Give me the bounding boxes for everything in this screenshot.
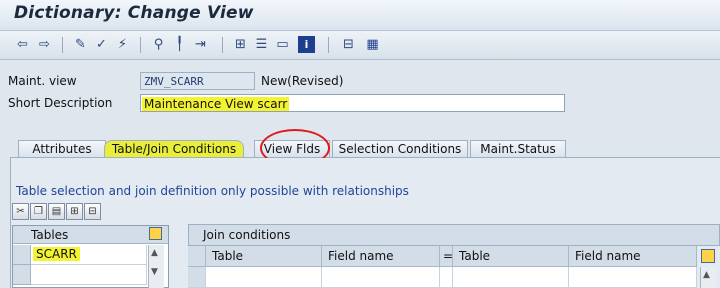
join-row-selector-header <box>188 246 206 267</box>
join-column-field-name: Field name <box>322 246 440 267</box>
paste-icon[interactable]: ▤ <box>48 203 65 220</box>
scroll-up-icon[interactable]: ▲ <box>703 270 710 280</box>
join-column-table: Table <box>206 246 322 267</box>
maint-view-field[interactable]: ZMV_SCARR <box>140 72 255 90</box>
row-selector[interactable] <box>13 245 31 265</box>
tab-selection-conditions[interactable]: Selection Conditions <box>332 140 468 157</box>
scroll-up-icon[interactable]: ▲ <box>151 248 158 258</box>
table-row[interactable]: SCARR <box>31 245 147 265</box>
forward-icon[interactable]: ⇨ <box>36 36 53 53</box>
join-row-cell[interactable] <box>440 267 453 288</box>
print-icon[interactable]: ☰ <box>253 36 270 53</box>
tables-header: Tables <box>13 226 168 244</box>
scroll-down-icon[interactable]: ▼ <box>151 267 158 277</box>
join-conditions-titlebar: Join conditions <box>188 224 720 246</box>
object-list-icon[interactable]: ╿ <box>171 36 188 53</box>
join-row-cell[interactable] <box>322 267 440 288</box>
status-text: New(Revised) <box>261 74 344 88</box>
delete-row-icon[interactable]: ⊟ <box>84 203 101 220</box>
toolbar-separator <box>222 37 223 53</box>
insert-row-icon[interactable]: ⊞ <box>66 203 83 220</box>
join-conditions-title: Join conditions <box>203 228 291 242</box>
toolbar-separator <box>62 37 63 53</box>
tab-maint-status[interactable]: Maint.Status <box>470 140 566 157</box>
maint-view-label: Maint. view <box>8 74 77 88</box>
row-selector[interactable] <box>13 265 31 285</box>
join-column-settings-icon[interactable] <box>701 249 715 263</box>
toolbar-separator <box>328 37 329 53</box>
join-column-field-name-2: Field name <box>569 246 697 267</box>
cut-icon[interactable]: ✂ <box>12 203 29 220</box>
short-description-label: Short Description <box>8 96 113 110</box>
tab-table-join-conditions[interactable]: Table/Join Conditions <box>104 140 244 157</box>
short-description-value: Maintenance View scarr <box>142 97 290 111</box>
column-settings-icon[interactable] <box>149 227 162 240</box>
join-column-table-2: Table <box>453 246 569 267</box>
back-icon[interactable]: ⇦ <box>14 36 31 53</box>
join-row-cell[interactable] <box>453 267 569 288</box>
window-title: Dictionary: Change View <box>14 3 254 23</box>
join-scrollbar[interactable]: ▲ <box>700 267 716 288</box>
title-bar: Dictionary: Change View <box>0 0 720 31</box>
display-change-icon[interactable]: ✎ <box>72 36 89 53</box>
join-row-cell[interactable] <box>569 267 697 288</box>
toolbar-separator <box>140 37 141 53</box>
copy-icon[interactable]: ❐ <box>30 203 47 220</box>
short-description-field[interactable]: Maintenance View scarr <box>140 94 565 112</box>
hierarchy-icon[interactable]: ⊞ <box>232 36 249 53</box>
activate-icon[interactable]: ⚡ <box>114 36 131 53</box>
join-row-cell[interactable] <box>206 267 322 288</box>
join-column-equals: = <box>440 246 453 267</box>
grid-icon[interactable]: ▦ <box>364 36 381 53</box>
info-message: Table selection and join definition only… <box>16 184 409 198</box>
tables-column-header: Tables <box>31 228 69 242</box>
check-icon[interactable]: ✓ <box>93 36 110 53</box>
tables-scrollbar[interactable]: ▲ ▼ <box>148 245 164 288</box>
info-icon[interactable]: i <box>298 36 315 53</box>
where-used-icon[interactable]: ⚲ <box>150 36 167 53</box>
tab-attributes[interactable]: Attributes <box>18 140 106 157</box>
technical-settings-icon[interactable]: ⊟ <box>340 36 357 53</box>
display-icon[interactable]: ▭ <box>274 36 291 53</box>
navigate-icon[interactable]: ⇥ <box>192 36 209 53</box>
table-name-cell: SCARR <box>33 247 80 261</box>
table-row[interactable] <box>31 265 147 285</box>
application-toolbar: ⇦ ⇨ ✎ ✓ ⚡ ⚲ ╿ ⇥ ⊞ ☰ ▭ i ⊟ ▦ <box>0 31 720 60</box>
join-row-selector[interactable] <box>188 267 206 288</box>
